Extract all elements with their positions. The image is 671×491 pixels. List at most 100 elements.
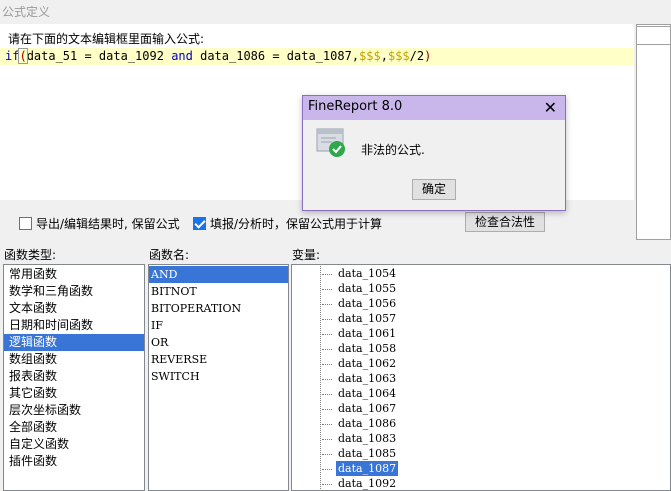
function-type-item[interactable]: 全部函数 [4,419,144,436]
function-type-item[interactable]: 层次坐标函数 [4,402,144,419]
code-keyword-if: if [5,49,20,63]
tree-branch-line [322,349,332,350]
code-part2: data_1086 = data_1087, [192,49,360,63]
variable-item[interactable]: data_1056 [292,296,670,311]
close-icon[interactable]: ✕ [544,98,557,118]
variable-label: data_1067 [338,402,397,415]
tree-branch-line [322,409,332,410]
check-validity-button[interactable]: 检查合法性 [465,212,545,232]
variable-tree[interactable]: data_1054 data_1055 data_1056 data_1057 data… [291,264,671,491]
code-string-1: $$$ [359,49,381,63]
error-dialog: FineReport 8.0 ✕ 非法的公式. 确定 [302,95,566,211]
variable-label: data_1057 [338,312,397,325]
function-name-item[interactable]: BITOPERATION [149,300,288,317]
tree-branch-line [322,439,332,440]
function-type-item[interactable]: 常用函数 [4,266,144,283]
variable-label: data_1063 [338,372,397,385]
code-open-paren: ( [18,48,28,64]
function-name-list[interactable]: AND BITNOT BITOPERATION IF OR REVERSE SWITCH [148,264,289,491]
variable-item[interactable]: data_1062 [292,356,670,371]
window-title: 公式定义 [2,5,51,19]
document-check-icon [316,128,345,157]
variable-label: data_1085 [338,447,397,460]
variable-label: data_1055 [338,282,397,295]
function-name-item[interactable]: IF [149,317,288,334]
tree-branch-line [322,274,332,275]
fill-keep-checkbox[interactable] [193,217,206,230]
function-type-item[interactable]: 数学和三角函数 [4,283,144,300]
function-name-item[interactable]: BITNOT [149,283,288,300]
code-keyword-and: and [171,49,193,63]
function-type-item[interactable]: 逻辑函数 [4,334,144,351]
function-name-item[interactable]: SWITCH [149,368,288,385]
window-titlebar: 公式定义 [0,0,671,22]
func-name-label: 函数名: [149,248,190,262]
var-label: 变量: [292,248,321,262]
dialog-title: FineReport 8.0 [308,99,403,114]
function-name-item[interactable]: AND [149,266,288,283]
tree-branch-line [322,379,332,380]
side-search-input[interactable] [636,26,671,45]
function-name-item[interactable]: OR [149,334,288,351]
variable-item[interactable]: data_1058 [292,341,670,356]
export-keep-checkbox[interactable] [19,217,32,230]
tree-branch-line [322,319,332,320]
tree-branch-line [322,334,332,335]
variable-item[interactable]: data_1054 [292,266,670,281]
variable-item[interactable]: data_1092 [292,476,670,490]
function-type-list[interactable]: 常用函数 数学和三角函数 文本函数 日期和时间函数 逻辑函数 数组函数 报表函数 其它函数 层次… [3,264,145,491]
variable-item[interactable]: data_1063 [292,371,670,386]
function-name-item[interactable]: REVERSE [149,351,288,368]
tree-branch-line [322,394,332,395]
variable-label: data_1083 [338,432,397,445]
variable-label: data_1056 [338,297,397,310]
code-comma: , [380,49,388,63]
export-keep-label: 导出/编辑结果时, 保留公式 [36,217,180,231]
variable-label: data_1064 [338,387,397,400]
code-string-2: $$$ [387,49,410,63]
func-type-label: 函数类型: [4,248,57,262]
variable-label: data_1054 [338,267,397,280]
variable-label: data_1092 [338,477,397,490]
tree-branch-line [322,469,332,470]
export-keep-option[interactable]: 导出/编辑结果时, 保留公式 [19,215,180,232]
variable-item[interactable]: data_1086 [292,416,670,431]
function-type-item[interactable]: 数组函数 [4,351,144,368]
function-type-item[interactable]: 插件函数 [4,453,144,470]
dialog-body: 非法的公式. 确定 [303,120,565,210]
function-type-item[interactable]: 其它函数 [4,385,144,402]
code-close-paren: ) [424,49,432,63]
ok-button[interactable]: 确定 [412,179,456,200]
tree-branch-line [322,364,332,365]
editor-prompt: 请在下面的文本编辑框里面输入公式: [8,32,205,46]
variable-item[interactable]: data_1087 [292,461,670,476]
code-tail: /2 [409,49,425,63]
variable-label: data_1086 [338,417,397,430]
tree-branch-line [322,289,332,290]
function-description-panel [636,24,671,240]
variable-item[interactable]: data_1057 [292,311,670,326]
function-type-item[interactable]: 文本函数 [4,300,144,317]
variable-label: data_1062 [338,357,397,370]
variable-item[interactable]: data_1067 [292,401,670,416]
code-part1: data_51 = data_1092 [26,49,172,63]
variable-item[interactable]: data_1085 [292,446,670,461]
fill-keep-label: 填报/分析时，保留公式用于计算 [210,217,383,231]
variable-label: data_1058 [338,342,397,355]
tree-branch-line [322,424,332,425]
variable-label: data_1087 [336,461,399,476]
tree-branch-line [322,454,332,455]
dialog-titlebar: FineReport 8.0 ✕ [303,96,565,120]
tree-guide-line [320,266,321,491]
dialog-message: 非法的公式. [361,143,425,157]
variable-item[interactable]: data_1064 [292,386,670,401]
function-type-item[interactable]: 自定义函数 [4,436,144,453]
variable-item[interactable]: data_1061 [292,326,670,341]
variable-item[interactable]: data_1083 [292,431,670,446]
function-type-item[interactable]: 报表函数 [4,368,144,385]
tree-branch-line [322,484,332,485]
fill-keep-option[interactable]: 填报/分析时，保留公式用于计算 [193,215,382,232]
formula-editor[interactable]: if(data_51 = data_1092 and data_1086 = d… [0,48,634,65]
function-type-item[interactable]: 日期和时间函数 [4,317,144,334]
variable-item[interactable]: data_1055 [292,281,670,296]
